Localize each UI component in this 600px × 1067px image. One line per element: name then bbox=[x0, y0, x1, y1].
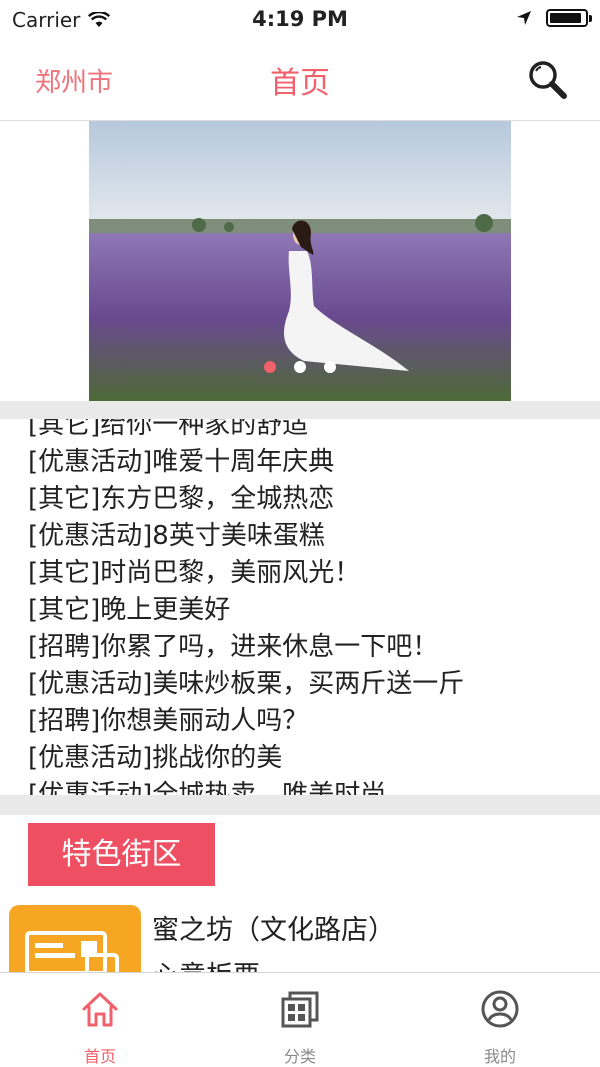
news-item[interactable]: [其它]时尚巴黎，美丽风光！ bbox=[28, 555, 464, 592]
news-item[interactable]: [其它]东方巴黎，全城热恋 bbox=[28, 481, 464, 518]
news-item[interactable]: [招聘]你想美丽动人吗？ bbox=[28, 703, 464, 740]
carousel-dot[interactable] bbox=[324, 361, 336, 373]
tab-category[interactable]: 分类 bbox=[200, 973, 400, 1066]
tab-bar: 首页 分类 我的 bbox=[0, 972, 600, 1066]
shop-thumbnail bbox=[9, 905, 141, 972]
news-item[interactable]: [优惠活动]挑战你的美 bbox=[28, 740, 464, 777]
page-title: 首页 bbox=[270, 66, 330, 101]
news-item[interactable]: [优惠活动]唯爱十周年庆典 bbox=[28, 444, 464, 481]
banner-carousel[interactable] bbox=[89, 121, 511, 401]
shop-list-item[interactable]: 蜜之坊（文化路店） 心意板栗 bbox=[0, 900, 600, 972]
section-divider bbox=[0, 795, 600, 815]
home-icon bbox=[82, 992, 118, 1027]
shop-subtitle: 心意板栗 bbox=[152, 954, 260, 972]
banner-image bbox=[89, 121, 511, 401]
status-right bbox=[516, 9, 592, 27]
section-title: 特色街区 bbox=[28, 823, 215, 886]
tab-label: 我的 bbox=[483, 1047, 516, 1066]
ticket-icon bbox=[25, 931, 119, 972]
carousel-dot[interactable] bbox=[294, 361, 306, 373]
battery-level bbox=[550, 13, 581, 23]
section-divider bbox=[0, 401, 600, 419]
news-item[interactable]: [其它]晚上更美好 bbox=[28, 592, 464, 629]
user-icon bbox=[481, 990, 519, 1028]
news-item[interactable]: [优惠活动]全城热卖，唯美时尚 bbox=[28, 777, 464, 795]
tab-label: 分类 bbox=[283, 1047, 316, 1066]
news-list[interactable]: [其它]给你一种家的舒适 [优惠活动]唯爱十周年庆典 [其它]东方巴黎，全城热恋 [优… bbox=[0, 419, 600, 795]
search-icon[interactable] bbox=[526, 58, 570, 102]
shop-name: 蜜之坊（文化路店） bbox=[152, 915, 395, 946]
status-time: 4:19 PM bbox=[252, 7, 348, 31]
tab-label: 首页 bbox=[83, 1047, 116, 1066]
news-item[interactable]: [其它]给你一种家的舒适 bbox=[28, 419, 464, 444]
carousel-dots[interactable] bbox=[89, 361, 511, 373]
news-item[interactable]: [优惠活动]美味炒板栗，买两斤送一斤 bbox=[28, 666, 464, 703]
news-item[interactable]: [优惠活动]8英寸美味蛋糕 bbox=[28, 518, 464, 555]
status-bar: Carrier 4:19 PM bbox=[0, 0, 600, 40]
carousel-dot[interactable] bbox=[264, 361, 276, 373]
location-arrow-icon bbox=[517, 11, 531, 25]
battery-icon bbox=[546, 9, 592, 27]
news-item[interactable]: [招聘]你累了吗，进来休息一下吧！ bbox=[28, 629, 464, 666]
grid-icon bbox=[281, 991, 319, 1028]
tab-home[interactable]: 首页 bbox=[0, 973, 200, 1066]
nav-bar: 郑州市 首页 bbox=[0, 40, 600, 121]
tab-profile[interactable]: 我的 bbox=[400, 973, 600, 1066]
